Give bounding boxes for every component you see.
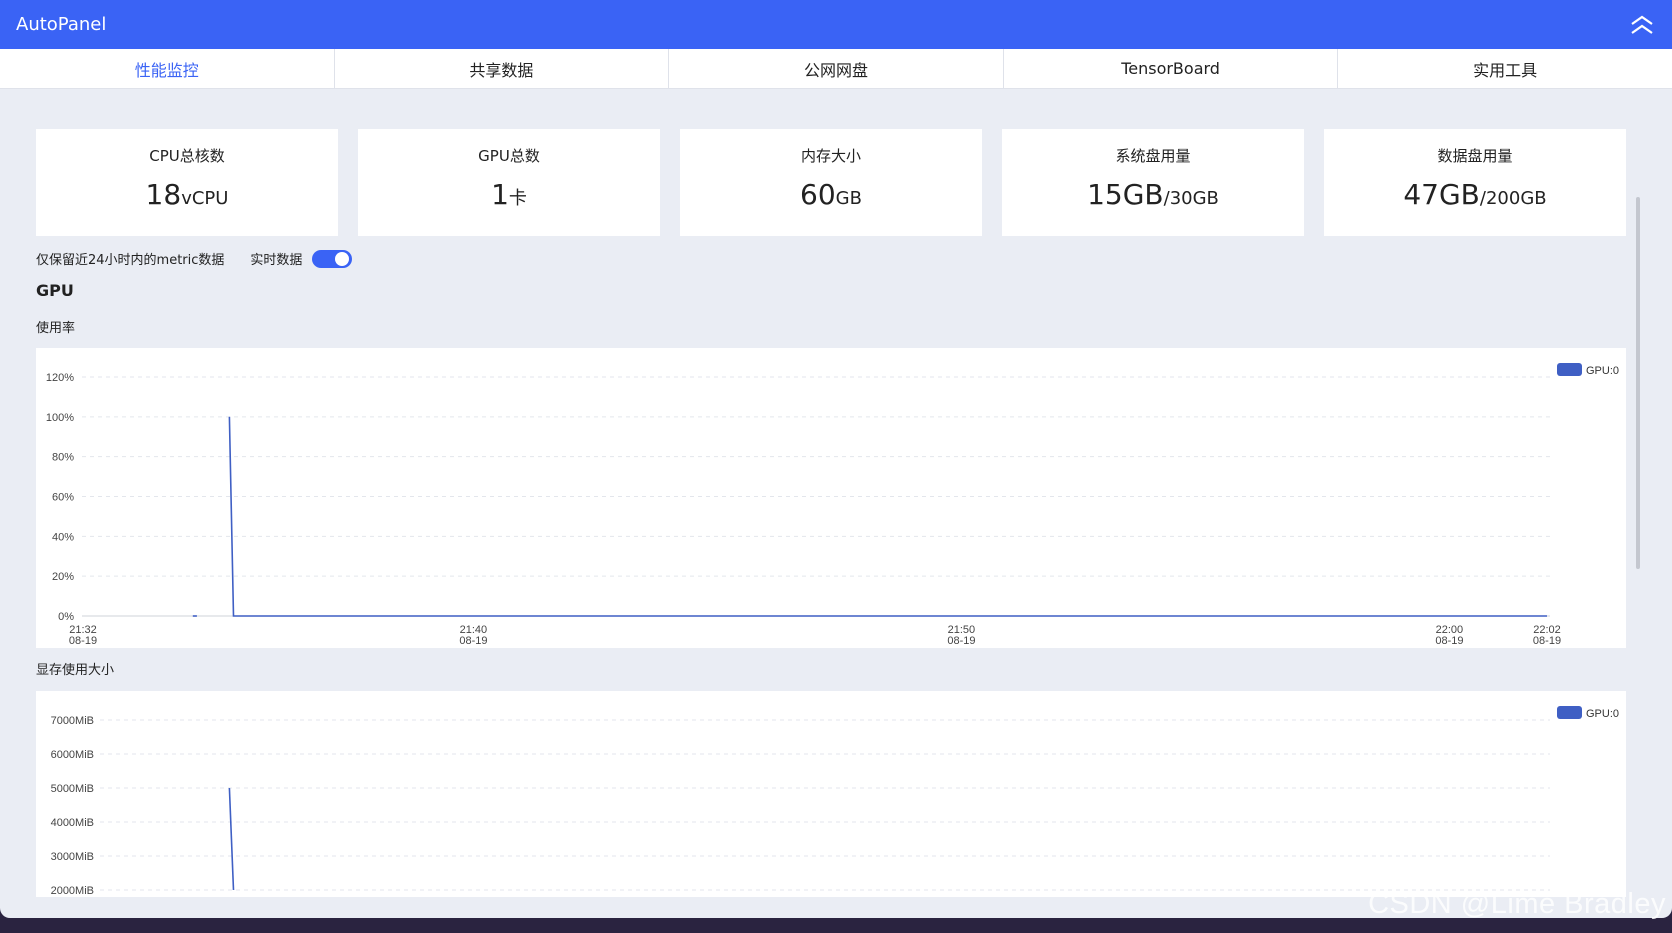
y-tick-label: 5000MiB xyxy=(51,783,94,795)
x-tick-date: 08-19 xyxy=(459,635,487,647)
stat-card-value: 1卡 xyxy=(491,178,527,211)
tab-shared-data[interactable]: 共享数据 xyxy=(335,49,670,88)
y-tick-label: 40% xyxy=(52,531,74,543)
stat-card-label: GPU总数 xyxy=(478,147,540,165)
x-tick-date: 08-19 xyxy=(1435,635,1463,647)
stat-card-number: 47GB xyxy=(1403,178,1480,211)
y-tick-label: 2000MiB xyxy=(51,885,94,897)
x-tick-date: 08-19 xyxy=(1533,635,1561,647)
double-chevron-up-icon xyxy=(1631,15,1653,34)
y-tick-label: 0% xyxy=(58,611,74,623)
section-title-gpu: GPU xyxy=(36,281,74,300)
memory-chart-title: 显存使用大小 xyxy=(36,663,115,678)
stat-card-value: 15GB/30GB xyxy=(1087,178,1219,211)
stat-card-cpu: CPU总核数 18vCPU xyxy=(36,129,338,236)
stat-card-unit: vCPU xyxy=(181,188,229,209)
y-tick-label: 120% xyxy=(46,372,74,384)
collapse-button[interactable] xyxy=(1628,11,1656,39)
stat-card-value: 60GB xyxy=(800,178,862,211)
stat-card-number: 1 xyxy=(491,178,509,211)
stat-card-gpu: GPU总数 1卡 xyxy=(358,129,660,236)
tab-performance-monitor[interactable]: 性能监控 xyxy=(0,49,335,88)
y-tick-label: 60% xyxy=(52,492,74,504)
stat-card-value: 18vCPU xyxy=(146,178,229,211)
main-content: CPU总核数 18vCPU GPU总数 1卡 内存大小 60GB 系统盘用量 1… xyxy=(0,89,1650,918)
retention-row: 仅保留近24小时内的metric数据 实时数据 xyxy=(36,249,353,268)
x-tick-date: 08-19 xyxy=(947,635,975,647)
stat-card-unit: /30GB xyxy=(1163,188,1219,209)
stat-card-number: 60 xyxy=(800,178,836,211)
tab-tensorboard[interactable]: TensorBoard xyxy=(1004,49,1339,88)
stat-card-number: 18 xyxy=(145,178,182,211)
legend-label: GPU:0 xyxy=(1586,365,1619,377)
gpu-memory-chart-svg: 2000MiB 3000MiB 4000MiB 5000MiB 6000MiB 7000M… xyxy=(51,706,1619,897)
x-tick-date: 08-19 xyxy=(69,635,97,647)
y-tick-label: 80% xyxy=(52,452,74,464)
series-line xyxy=(228,787,235,891)
gpu-usage-chart: 0% 20% 40% 60% 80% 100% 120% 21:32 08-19 21:40 08-… xyxy=(36,348,1626,648)
y-tick-label: 3000MiB xyxy=(51,851,94,863)
stat-card-value: 47GB/200GB xyxy=(1403,178,1546,211)
stat-card-memory: 内存大小 60GB xyxy=(680,129,982,236)
watermark: CSDN @Lime Bradley xyxy=(1368,888,1666,920)
legend-label: GPU:0 xyxy=(1586,708,1619,720)
app-window: AutoPanel 性能监控 共享数据 公网网盘 TensorBoard 实用工… xyxy=(0,0,1672,918)
stat-card-unit: /200GB xyxy=(1479,188,1547,209)
stat-card-data-disk: 数据盘用量 47GB/200GB xyxy=(1324,129,1626,236)
toggle-knob xyxy=(335,251,350,266)
stat-card-system-disk: 系统盘用量 15GB/30GB xyxy=(1002,129,1304,236)
stat-card-unit: 卡 xyxy=(508,188,527,209)
legend-swatch xyxy=(1557,706,1582,719)
realtime-label: 实时数据 xyxy=(250,253,303,268)
stat-card-label: 系统盘用量 xyxy=(1115,147,1191,165)
tab-public-netdisk[interactable]: 公网网盘 xyxy=(669,49,1004,88)
stat-cards: CPU总核数 18vCPU GPU总数 1卡 内存大小 60GB 系统盘用量 1… xyxy=(36,129,1626,236)
stat-card-label: CPU总核数 xyxy=(149,147,225,165)
tab-utilities[interactable]: 实用工具 xyxy=(1338,49,1672,88)
stat-card-unit: GB xyxy=(835,188,862,209)
gpu-memory-chart: 2000MiB 3000MiB 4000MiB 5000MiB 6000MiB 7000M… xyxy=(36,691,1626,897)
y-tick-label: 4000MiB xyxy=(51,817,94,829)
usage-chart-title: 使用率 xyxy=(36,321,76,336)
stat-card-label: 数据盘用量 xyxy=(1437,147,1513,165)
stat-card-label: 内存大小 xyxy=(800,147,861,165)
y-tick-label: 100% xyxy=(46,412,74,424)
y-tick-label: 7000MiB xyxy=(51,715,94,727)
y-tick-label: 6000MiB xyxy=(51,749,94,761)
stat-card-number: 15GB xyxy=(1087,178,1164,211)
retention-note: 仅保留近24小时内的metric数据 xyxy=(36,253,225,268)
scrollbar[interactable] xyxy=(1636,197,1640,569)
realtime-toggle[interactable] xyxy=(312,249,353,268)
tab-bar: 性能监控 共享数据 公网网盘 TensorBoard 实用工具 xyxy=(0,49,1672,89)
y-tick-label: 20% xyxy=(52,571,74,583)
series-line xyxy=(228,416,1547,617)
legend-swatch xyxy=(1557,363,1582,376)
top-bar: AutoPanel xyxy=(0,0,1672,49)
app-title: AutoPanel xyxy=(16,14,107,35)
gpu-usage-chart-svg: 0%20%40%60%80%100%120%21:3208-1921:4008-… xyxy=(46,363,1619,647)
